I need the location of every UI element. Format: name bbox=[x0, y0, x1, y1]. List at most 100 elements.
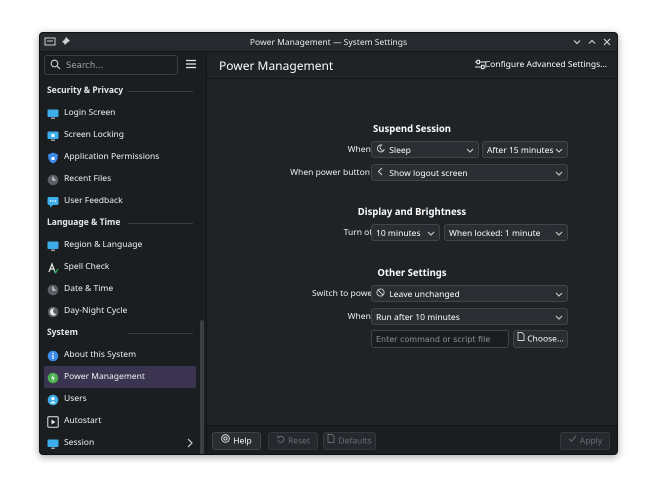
chevron-down-icon bbox=[555, 286, 563, 309]
help-label: Help bbox=[233, 435, 252, 447]
monitor-icon bbox=[47, 107, 59, 119]
section-system: System bbox=[40, 322, 200, 344]
flag-icon bbox=[47, 239, 59, 251]
shield-icon bbox=[47, 151, 59, 164]
when-locked-value: When locked: 1 minute bbox=[449, 228, 541, 239]
sidebar-item-recent-files[interactable]: Recent Files bbox=[44, 168, 196, 190]
section-divider bbox=[128, 91, 193, 92]
chevron-down-icon bbox=[555, 165, 563, 188]
close-icon[interactable] bbox=[601, 36, 613, 48]
power-settings-form: Suspend Session When inactive: Sleep Aft… bbox=[207, 79, 617, 424]
defaults-button[interactable]: Defaults bbox=[323, 432, 376, 450]
run-command-combo[interactable]: Run after 10 minutes bbox=[371, 308, 568, 325]
power-icon bbox=[47, 371, 59, 384]
minimize-icon[interactable] bbox=[571, 36, 583, 48]
suspend-delay-combo[interactable]: After 15 minutes bbox=[482, 141, 568, 158]
command-input[interactable] bbox=[372, 331, 508, 347]
suspend-session-title: Suspend Session bbox=[373, 122, 451, 135]
sidebar-item-power-management[interactable]: Power Management bbox=[44, 366, 196, 388]
sidebar-item-label: About this System bbox=[64, 349, 137, 360]
sidebar-scrollbar[interactable] bbox=[200, 80, 204, 454]
page-header: Power Management Configure Advanced Sett… bbox=[207, 52, 617, 79]
sidebar-item-session[interactable]: Session bbox=[44, 432, 196, 454]
search-box[interactable] bbox=[44, 55, 178, 75]
power-button-value: Show logout screen bbox=[389, 168, 468, 179]
sidebar-item-label: Day-Night Cycle bbox=[64, 305, 128, 316]
sidebar-item-region-language[interactable]: Region & Language bbox=[44, 234, 196, 256]
chat-icon bbox=[47, 195, 59, 208]
sidebar-item-label: Spell Check bbox=[64, 261, 110, 272]
sidebar-item-users[interactable]: Users bbox=[44, 388, 196, 410]
moon-icon bbox=[47, 305, 59, 318]
chevron-left-icon bbox=[376, 165, 387, 182]
apply-button[interactable]: Apply bbox=[560, 432, 610, 450]
suspend-action-combo[interactable]: Sleep bbox=[371, 141, 479, 158]
lock-screen-icon bbox=[47, 129, 59, 141]
page-title: Power Management bbox=[219, 57, 334, 74]
section-security-privacy: Security & Privacy bbox=[40, 80, 200, 102]
chevron-down-icon bbox=[466, 142, 474, 165]
sidebar-item-spell-check[interactable]: Spell Check bbox=[44, 256, 196, 278]
sidebar: Security & Privacy Login Screen Screen L… bbox=[40, 52, 207, 454]
turn-off-screen-combo[interactable]: 10 minutes bbox=[371, 224, 440, 241]
sidebar-item-label: Users bbox=[64, 393, 87, 404]
help-button[interactable]: Help bbox=[212, 432, 261, 450]
sidebar-item-label: User Feedback bbox=[64, 195, 123, 206]
reset-button[interactable]: Reset bbox=[268, 432, 318, 450]
section-language-time: Language & Time bbox=[40, 212, 200, 234]
reset-label: Reset bbox=[287, 435, 310, 447]
sidebar-item-label: Date & Time bbox=[64, 283, 114, 294]
sidebar-item-user-feedback[interactable]: User Feedback bbox=[44, 190, 196, 212]
scrollbar-thumb[interactable] bbox=[200, 320, 204, 454]
sidebar-item-label: Recent Files bbox=[64, 173, 112, 184]
clock-icon bbox=[47, 283, 59, 296]
chevron-down-icon bbox=[555, 142, 563, 165]
chevron-down-icon bbox=[555, 309, 563, 332]
sleep-icon bbox=[376, 142, 387, 159]
sidebar-item-screen-locking[interactable]: Screen Locking bbox=[44, 124, 196, 146]
sidebar-item-day-night-cycle[interactable]: Day-Night Cycle bbox=[44, 300, 196, 322]
sidebar-item-application-permissions[interactable]: Application Permissions bbox=[44, 146, 196, 168]
sidebar-item-date-time[interactable]: Date & Time bbox=[44, 278, 196, 300]
sidebar-item-label: Session bbox=[64, 437, 95, 448]
configure-advanced-button[interactable]: Configure Advanced Settings... bbox=[485, 59, 607, 70]
section-divider bbox=[128, 223, 193, 224]
other-settings-title: Other Settings bbox=[377, 266, 447, 279]
session-icon bbox=[47, 437, 59, 449]
when-locked-combo[interactable]: When locked: 1 minute bbox=[444, 224, 568, 241]
command-field[interactable] bbox=[371, 330, 509, 348]
choose-file-button[interactable]: Choose... bbox=[513, 330, 568, 348]
power-profile-combo[interactable]: Leave unchanged bbox=[371, 285, 568, 302]
spellcheck-icon bbox=[47, 261, 59, 275]
choose-file-label: Choose... bbox=[527, 333, 564, 345]
blocked-icon bbox=[376, 286, 387, 303]
sidebar-item-autostart[interactable]: Autostart bbox=[44, 410, 196, 432]
section-label: System bbox=[47, 327, 78, 338]
power-button-combo[interactable]: Show logout screen bbox=[371, 164, 568, 181]
info-icon bbox=[47, 349, 59, 362]
chevron-down-icon bbox=[427, 225, 435, 248]
file-icon bbox=[517, 331, 525, 347]
suspend-delay-value: After 15 minutes bbox=[487, 145, 554, 156]
section-label: Security & Privacy bbox=[47, 85, 124, 96]
sidebar-item-login-screen[interactable]: Login Screen bbox=[44, 102, 196, 124]
turn-off-screen-value: 10 minutes bbox=[376, 228, 421, 239]
sidebar-item-label: Login Screen bbox=[64, 107, 116, 118]
document-icon bbox=[327, 433, 335, 449]
sidebar-item-about-system[interactable]: About this System bbox=[44, 344, 196, 366]
power-profile-value: Leave unchanged bbox=[389, 289, 460, 300]
section-divider bbox=[128, 333, 193, 334]
sidebar-nav: Security & Privacy Login Screen Screen L… bbox=[40, 80, 200, 454]
sidebar-item-label: Screen Locking bbox=[64, 129, 125, 140]
section-label: Language & Time bbox=[47, 217, 121, 228]
clock-icon bbox=[47, 173, 59, 186]
sidebar-item-label: Autostart bbox=[64, 415, 102, 426]
hamburger-menu-icon[interactable] bbox=[184, 57, 198, 71]
suspend-action-value: Sleep bbox=[389, 145, 411, 156]
sidebar-item-label: Region & Language bbox=[64, 239, 143, 250]
chevron-right-icon bbox=[186, 432, 194, 454]
search-input[interactable] bbox=[64, 58, 176, 73]
autostart-icon bbox=[47, 415, 59, 428]
checkmark-icon bbox=[568, 433, 577, 449]
maximize-icon[interactable] bbox=[586, 36, 598, 48]
